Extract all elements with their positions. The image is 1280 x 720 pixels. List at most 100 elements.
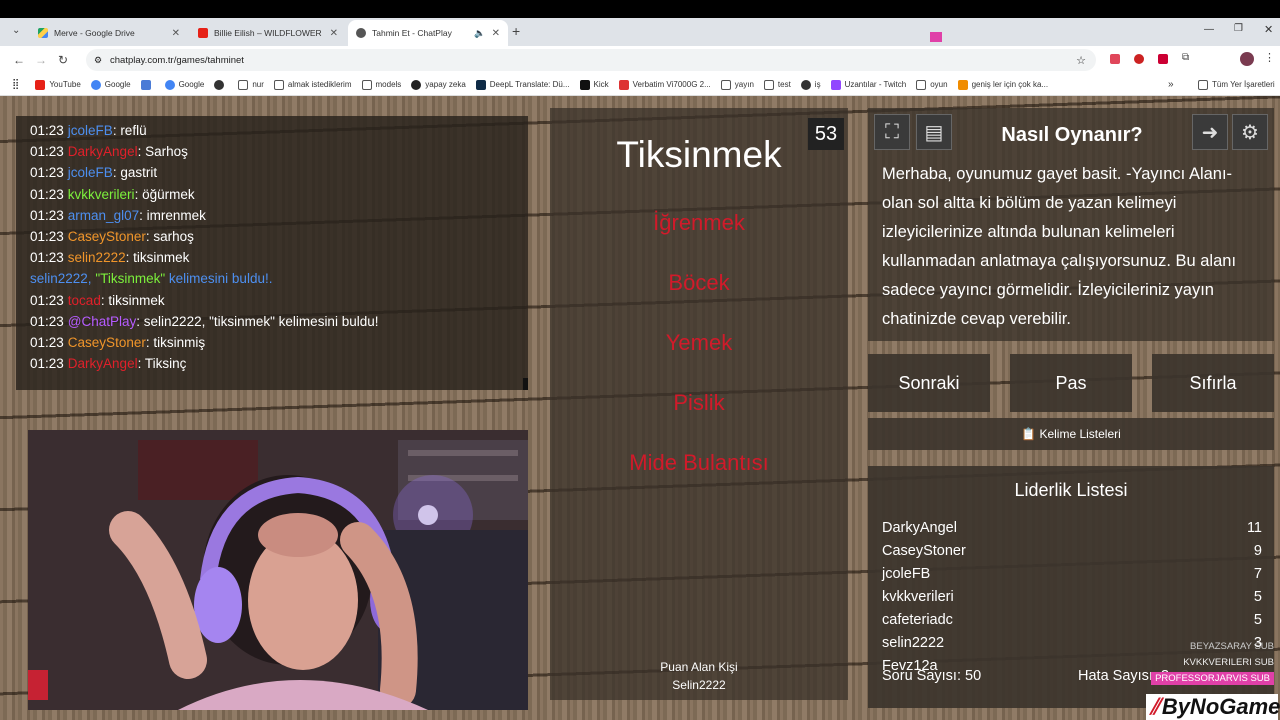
banned-word: Mide Bulantısı xyxy=(629,450,769,475)
chat-username[interactable]: arman_gl07 xyxy=(68,208,139,223)
reset-button[interactable]: Sıfırla xyxy=(1152,354,1274,412)
settings-gear-icon[interactable]: ⚙ xyxy=(1232,114,1268,150)
bookmark-verbatim[interactable]: Verbatim Vi7000G 2... xyxy=(618,79,711,90)
bookmark-label: test xyxy=(777,80,791,89)
exit-icon[interactable]: ➜ xyxy=(1192,114,1228,150)
forward-button[interactable]: → xyxy=(30,53,52,67)
banned-word: Yemek xyxy=(665,330,733,355)
minimize-button[interactable]: — xyxy=(1204,24,1214,35)
chat-message: 01:23 selin2222: tiksinmek xyxy=(30,247,528,268)
chat-username[interactable]: jcoleFB xyxy=(68,123,113,138)
pass-button[interactable]: Pas xyxy=(1010,354,1132,412)
site-info-icon[interactable]: ⚙ xyxy=(94,55,102,66)
url-text: chatplay.com.tr/games/tahminet xyxy=(110,54,244,66)
chat-username[interactable]: kvkkverileri xyxy=(68,187,135,202)
close-icon[interactable]: ✕ xyxy=(330,28,338,39)
close-icon[interactable]: ✕ xyxy=(492,28,500,39)
bookmark-folder-nur[interactable]: nur xyxy=(238,79,264,90)
chat-username[interactable]: jcoleFB xyxy=(68,165,113,180)
chat-found-line: selin2222, "Tiksinmek" kelimesini buldu!… xyxy=(30,268,528,289)
chat-time: 01:23 xyxy=(30,250,64,266)
tab-youtube-billie[interactable]: Billie Eilish – WILDFLOWER (Live ✕ xyxy=(190,20,346,46)
bookmark-folder-oyun[interactable]: oyun xyxy=(916,79,948,90)
chat-text: : tiksinmek xyxy=(100,292,165,308)
back-button[interactable]: ← xyxy=(8,53,30,67)
chat-time: 01:23 xyxy=(30,313,64,329)
window-close-button[interactable]: ✕ xyxy=(1264,23,1273,36)
bookmark-translate[interactable] xyxy=(140,79,155,90)
document-icon[interactable]: ▤ xyxy=(916,114,952,150)
bookmark-star-icon[interactable]: ☆ xyxy=(1076,54,1086,67)
chat-username[interactable]: CaseyStoner xyxy=(68,335,146,350)
menu-kebab-icon[interactable]: ⋮ xyxy=(1264,51,1275,64)
bookmark-google[interactable]: Google xyxy=(90,79,131,90)
bookmark-twitch[interactable]: Uzantılar - Twitch xyxy=(830,79,906,90)
bookmark-globe[interactable] xyxy=(214,79,228,90)
bookmark-folder-yayin[interactable]: yayın xyxy=(720,79,754,90)
bookmark-folder-models[interactable]: models xyxy=(361,79,401,90)
bookmark-genis[interactable]: geniş ler için çok ka... xyxy=(957,79,1048,90)
tab-google-drive[interactable]: Merve - Google Drive ✕ xyxy=(30,20,188,46)
bookmark-folder-almak[interactable]: almak istediklerim xyxy=(273,79,352,90)
leaderboard-name: DarkyAngel xyxy=(882,520,957,536)
bookmark-label: YouTube xyxy=(49,80,81,89)
chat-username[interactable]: DarkyAngel xyxy=(68,356,138,371)
leaderboard-score: 9 xyxy=(1253,543,1262,559)
tab-chatplay[interactable]: Tahmin Et - ChatPlay 🔈 ✕ xyxy=(348,20,508,46)
extension-icon[interactable] xyxy=(1110,54,1120,64)
fullscreen-icon[interactable]: ⛶ xyxy=(874,114,910,150)
chat-username[interactable]: selin2222 xyxy=(68,250,126,265)
new-tab-button[interactable]: + xyxy=(512,23,520,39)
chat-username[interactable]: @ChatPlay xyxy=(68,314,136,329)
globe-icon xyxy=(800,79,811,90)
bookmark-google-2[interactable]: Google xyxy=(164,79,204,90)
chat-username[interactable]: tocad xyxy=(68,293,101,308)
chat-message: 01:23 arman_gl07: imrenmek xyxy=(30,205,528,226)
bookmark-yapay-zeka[interactable]: yapay zeka xyxy=(411,79,466,90)
sub-alert: KVKKVERILERI SUB xyxy=(1183,657,1274,668)
bookmark-is[interactable]: iş xyxy=(800,79,821,90)
question-count: Soru Sayısı: 50 xyxy=(882,668,982,684)
browser-tab-bar: ⌄ Merve - Google Drive ✕ Billie Eilish –… xyxy=(0,18,1280,46)
chat-username[interactable]: CaseyStoner xyxy=(68,229,146,244)
chat-scrollbar[interactable] xyxy=(523,378,528,390)
next-button[interactable]: Sonraki xyxy=(868,354,990,412)
extension-icon[interactable] xyxy=(1134,54,1144,64)
speaker-icon[interactable]: 🔈 xyxy=(474,28,485,39)
sub-alert: BEYAZSARAY SUB xyxy=(1190,641,1274,652)
tab-list-icon[interactable]: ⌄ xyxy=(12,25,20,36)
webcam-feed xyxy=(28,430,528,710)
url-field[interactable]: ⚙ chatplay.com.tr/games/tahminet ☆ xyxy=(86,49,1096,71)
webcam-image xyxy=(28,430,528,710)
restore-button[interactable]: ❐ xyxy=(1234,23,1243,34)
word-lists-button[interactable]: 📋 Kelime Listeleri xyxy=(868,418,1274,450)
chat-username[interactable]: DarkyAngel xyxy=(68,144,138,159)
youtube-icon xyxy=(35,79,46,90)
profile-avatar[interactable] xyxy=(1240,52,1254,66)
chat-text: : tiksinmiş xyxy=(145,334,206,350)
banned-word: Pislik xyxy=(673,390,725,415)
leaderboard-row: cafeteriadc 5 xyxy=(882,612,1262,635)
more-bookmarks-icon[interactable]: » xyxy=(1168,79,1174,90)
bookmark-youtube[interactable]: YouTube xyxy=(35,79,81,90)
tab-title: Merve - Google Drive xyxy=(54,28,135,38)
extensions-puzzle-icon[interactable]: ⧉ xyxy=(1182,52,1189,63)
bookmark-kick[interactable]: Kick xyxy=(579,79,609,90)
chat-panel: 01:23 jcoleFB: reflü 01:23 DarkyAngel: Sarh… xyxy=(16,116,528,390)
how-to-play-text: Merhaba, oyunumuz gayet basit. -Yayıncı … xyxy=(882,165,1237,328)
google-icon xyxy=(164,79,175,90)
apps-grid-icon[interactable]: ⣿ xyxy=(12,79,19,90)
folder-icon xyxy=(763,79,774,90)
scorer-name: Selin2222 xyxy=(672,678,726,692)
bookmark-all[interactable]: Tüm Yer İşaretleri xyxy=(1198,79,1275,90)
bookmark-deepl[interactable]: DeepL Translate: Dü... xyxy=(475,79,570,90)
chat-time: 01:23 xyxy=(30,207,64,223)
bynogame-mark-icon: ⫽ xyxy=(1150,694,1160,719)
chat-message: 01:23 kvkkverileri: öğürmek xyxy=(30,184,528,205)
chat-time: 01:23 xyxy=(30,356,64,372)
reload-button[interactable]: ↻ xyxy=(52,53,74,67)
extension-icon[interactable] xyxy=(1158,54,1168,64)
leaderboard-score: 11 xyxy=(1246,520,1262,536)
bookmark-folder-test[interactable]: test xyxy=(763,79,791,90)
close-icon[interactable]: ✕ xyxy=(172,28,180,39)
